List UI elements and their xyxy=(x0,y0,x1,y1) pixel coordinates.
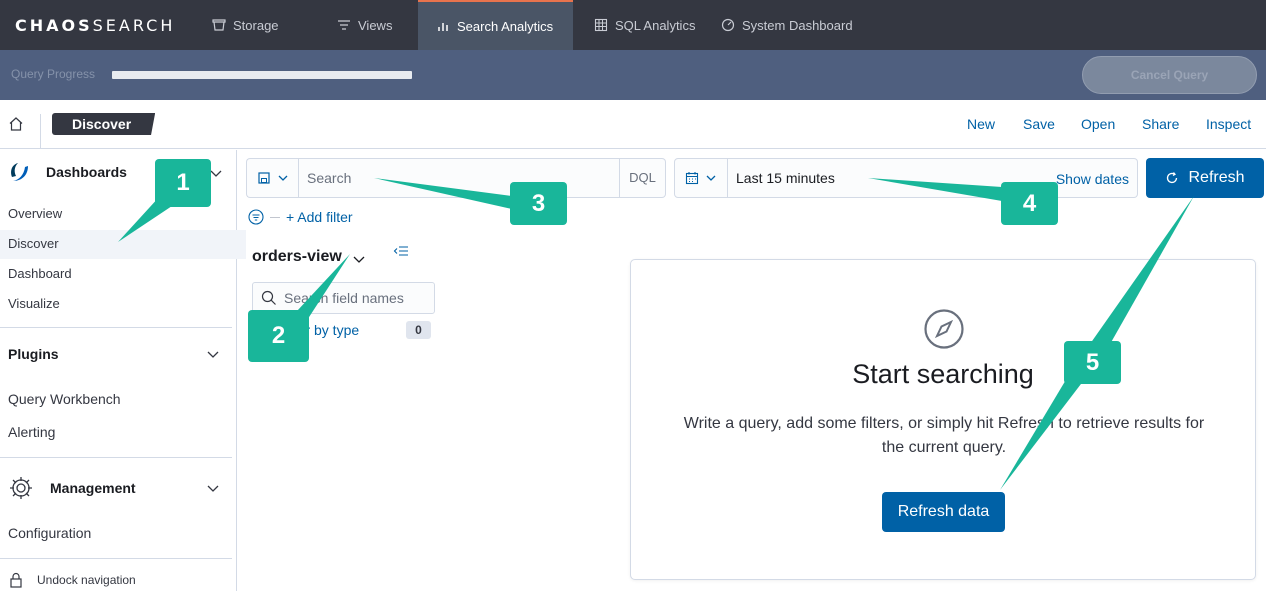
collapse-sidebar-icon[interactable] xyxy=(393,244,409,258)
query-progress-label: Query Progress xyxy=(11,67,96,81)
logo-text-bold: CHAOS xyxy=(15,15,93,35)
sidebar-divider xyxy=(0,327,232,328)
refresh-data-button[interactable]: Refresh data xyxy=(882,492,1005,532)
compass-icon xyxy=(924,309,964,349)
undock-label: Undock navigation xyxy=(37,573,136,587)
logo-text-light: SEARCH xyxy=(92,15,176,35)
saved-query-menu-button[interactable] xyxy=(246,158,298,198)
sidebar-divider xyxy=(0,558,232,559)
chevron-down-icon[interactable] xyxy=(206,481,220,495)
search-input[interactable]: Search xyxy=(298,158,620,198)
date-quick-menu-button[interactable] xyxy=(674,158,728,198)
empty-state-title: Start searching xyxy=(852,359,1034,389)
refresh-label: Refresh xyxy=(1188,169,1245,186)
gear-icon xyxy=(10,477,32,499)
gauge-icon xyxy=(721,18,735,32)
callout-badge-1: 1 xyxy=(155,159,211,207)
undock-navigation-button[interactable]: Undock navigation xyxy=(9,572,136,588)
callout-badge-4: 4 xyxy=(1001,182,1058,225)
sidebar-item-overview[interactable]: Overview xyxy=(8,206,62,221)
empty-state-panel: Start searching Write a query, add some … xyxy=(630,259,1256,580)
sidebar-item-configuration[interactable]: Configuration xyxy=(8,525,91,541)
bar-chart-icon xyxy=(438,23,448,31)
refresh-icon xyxy=(1167,172,1178,184)
nav-tab-storage[interactable]: Storage xyxy=(200,0,325,50)
breadcrumb[interactable]: Discover xyxy=(52,113,156,135)
share-button[interactable]: Share xyxy=(1142,116,1179,132)
home-icon[interactable] xyxy=(8,116,24,132)
add-filter-button[interactable]: + Add filter xyxy=(286,209,353,225)
table-grid-icon xyxy=(594,18,608,32)
save-disk-icon xyxy=(257,172,270,184)
nav-tab-views[interactable]: Views xyxy=(325,0,418,50)
show-dates-link[interactable]: Show dates xyxy=(1056,171,1129,187)
section-plugins[interactable]: Plugins xyxy=(8,342,59,366)
nav-tab-label: SQL Analytics xyxy=(615,17,696,33)
filter-count-badge: 0 xyxy=(406,321,431,339)
app-header: Discover New Save Open Share Inspect xyxy=(0,100,1266,149)
open-button[interactable]: Open xyxy=(1081,116,1115,132)
sidebar-item-visualize[interactable]: Visualize xyxy=(8,296,60,311)
empty-state-body: Write a query, add some filters, or simp… xyxy=(683,415,1205,456)
inspect-button[interactable]: Inspect xyxy=(1206,116,1251,132)
sidebar-divider xyxy=(0,457,232,458)
top-nav: CHAOSSEARCH Storage Views Search Analyti… xyxy=(0,0,1266,50)
filter-options-icon[interactable] xyxy=(248,209,264,225)
lock-icon xyxy=(10,572,22,588)
save-button[interactable]: Save xyxy=(1023,116,1055,132)
chevron-down-icon xyxy=(706,175,716,181)
section-label: Plugins xyxy=(8,346,59,362)
filter-lines-icon xyxy=(338,20,350,30)
callout-badge-5: 5 xyxy=(1064,341,1121,384)
nav-tab-label: Search Analytics xyxy=(457,18,554,34)
cancel-query-button[interactable]: Cancel Query xyxy=(1082,56,1257,94)
side-nav: Dashboards Overview Discover Dashboard V… xyxy=(0,150,246,591)
section-label: Dashboards xyxy=(46,164,127,180)
section-label: Management xyxy=(50,480,136,496)
refresh-button[interactable]: Refresh xyxy=(1146,158,1264,198)
nav-tab-label: Views xyxy=(358,17,393,33)
query-progress-fill xyxy=(112,71,412,79)
nav-tab-sql-analytics[interactable]: SQL Analytics xyxy=(573,0,710,50)
sidebar-item-alerting[interactable]: Alerting xyxy=(8,424,55,440)
chevron-down-icon xyxy=(278,175,287,181)
filter-separator xyxy=(270,216,280,218)
chevron-down-icon[interactable] xyxy=(209,166,223,180)
nav-tab-system-dashboard[interactable]: System Dashboard xyxy=(710,0,860,50)
brand-logo[interactable]: CHAOSSEARCH xyxy=(0,16,200,35)
calendar-icon xyxy=(685,172,699,185)
filter-bar: + Add filter xyxy=(248,209,353,225)
nav-tab-label: Storage xyxy=(233,17,279,33)
section-dashboards[interactable]: Dashboards xyxy=(8,160,127,184)
storage-icon xyxy=(212,19,226,31)
sidebar-item-discover[interactable]: Discover xyxy=(8,236,59,251)
callout-badge-3: 3 xyxy=(510,182,567,225)
nav-tab-search-analytics[interactable]: Search Analytics xyxy=(418,0,573,50)
query-language-toggle[interactable]: DQL xyxy=(620,158,666,198)
query-progress-bar xyxy=(112,71,412,79)
sidebar-item-dashboard[interactable]: Dashboard xyxy=(8,266,72,281)
chevron-down-icon[interactable] xyxy=(206,347,220,361)
header-divider xyxy=(40,114,41,148)
sidebar-item-query-workbench[interactable]: Query Workbench xyxy=(8,391,121,407)
chevron-down-icon[interactable] xyxy=(352,252,366,266)
new-button[interactable]: New xyxy=(967,116,995,132)
search-icon xyxy=(261,290,276,305)
time-range-value: Last 15 minutes xyxy=(736,170,835,186)
callout-badge-2: 2 xyxy=(248,310,309,362)
time-range-picker[interactable]: Last 15 minutes Show dates xyxy=(728,158,1138,198)
section-management[interactable]: Management xyxy=(8,476,136,500)
opensearch-logo-icon xyxy=(11,163,28,181)
field-search-placeholder: Search field names xyxy=(284,290,404,306)
nav-tab-label: System Dashboard xyxy=(742,17,853,33)
index-pattern-title[interactable]: orders-view xyxy=(252,248,342,266)
